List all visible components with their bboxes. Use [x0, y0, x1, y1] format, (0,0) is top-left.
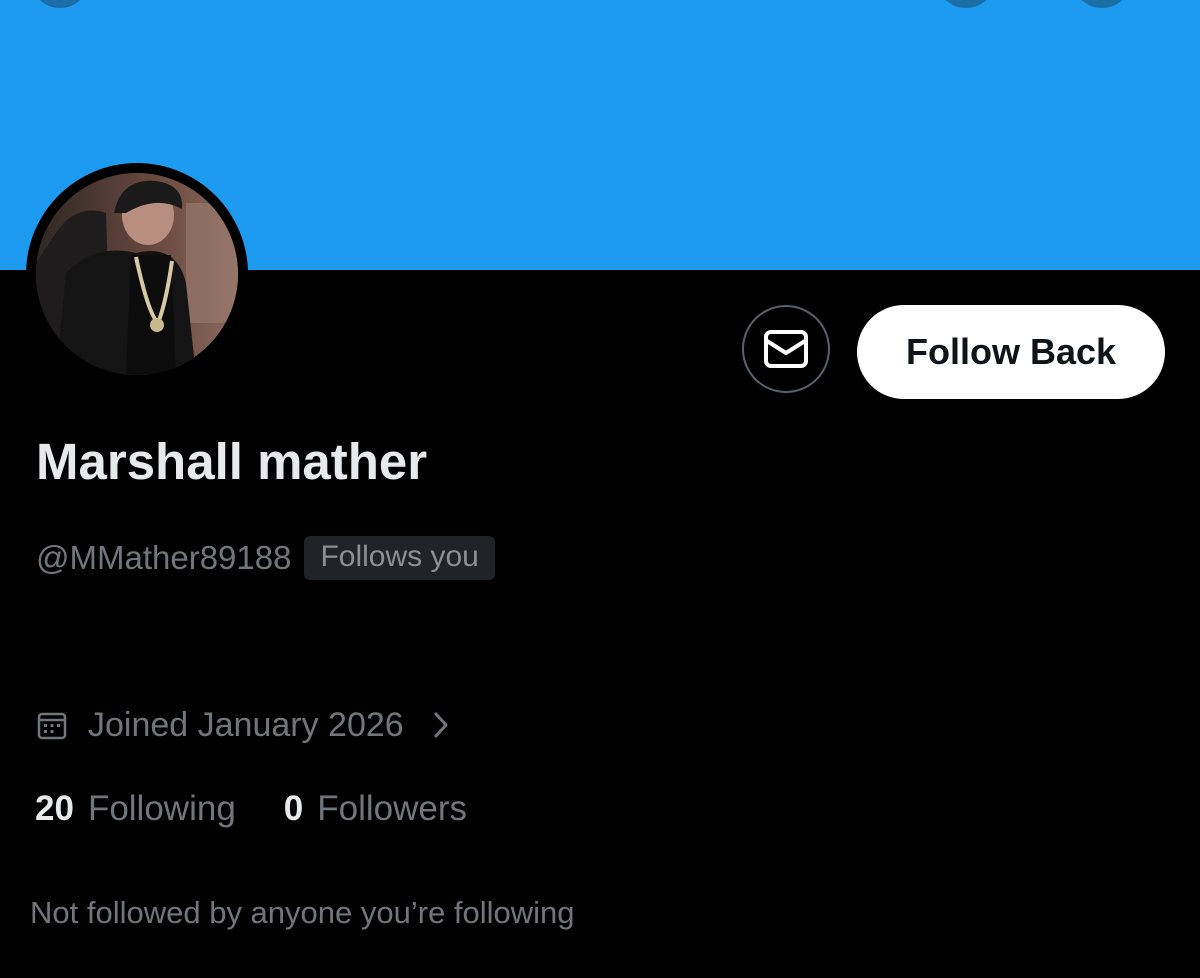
display-name: Marshall mather [36, 433, 428, 490]
follow-back-button[interactable]: Follow Back [857, 305, 1165, 399]
envelope-icon [763, 329, 809, 369]
handle-row: @MMather89188 Follows you [36, 535, 495, 581]
back-button[interactable] [30, 0, 90, 8]
avatar[interactable] [26, 163, 248, 385]
followers-link[interactable]: 0 Followers [284, 789, 467, 829]
followers-count: 0 [283, 789, 304, 828]
following-count: 20 [35, 789, 74, 828]
following-label: Following [87, 789, 236, 828]
search-button[interactable] [936, 0, 996, 8]
joined-date: Joined January 2026 [88, 705, 404, 744]
follows-you-badge: Follows you [304, 536, 495, 580]
more-options-button[interactable] [1072, 0, 1132, 8]
followers-label: Followers [317, 789, 468, 828]
joined-date-row[interactable]: Joined January 2026 [36, 702, 450, 748]
follow-stats: 20 Following 0 Followers [35, 786, 467, 832]
user-handle: @MMather89188 [36, 539, 292, 576]
mutual-followers-note: Not followed by anyone you’re following [30, 895, 575, 930]
avatar-image [36, 173, 238, 375]
chevron-right-icon [432, 710, 450, 740]
message-button[interactable] [742, 305, 830, 393]
calendar-icon [36, 709, 68, 741]
following-link[interactable]: 20 Following [35, 789, 236, 829]
